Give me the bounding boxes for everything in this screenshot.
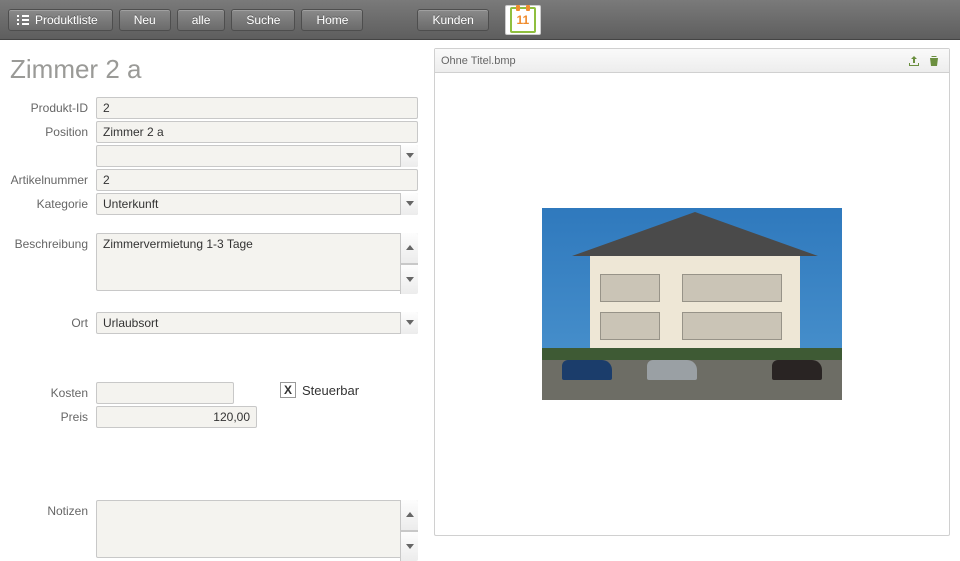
label-kosten: Kosten: [10, 382, 96, 400]
label-preis: Preis: [10, 406, 96, 424]
export-icon[interactable]: [905, 52, 923, 70]
position-extra-select[interactable]: [96, 145, 418, 167]
image-panel: Ohne Titel.bmp: [430, 40, 960, 543]
ort-select[interactable]: [96, 312, 418, 334]
alle-button[interactable]: alle: [177, 9, 226, 31]
toolbar: Produktliste Neu alle Suche Home Kunden …: [0, 0, 960, 40]
chevron-up-icon[interactable]: [400, 233, 418, 264]
steuerbar-checkbox[interactable]: X: [280, 382, 296, 398]
neu-button[interactable]: Neu: [119, 9, 171, 31]
label-produkt-id: Produkt-ID: [10, 97, 96, 115]
label-position: Position: [10, 121, 96, 139]
kategorie-select[interactable]: [96, 193, 418, 215]
calendar-logo[interactable]: 11: [505, 5, 541, 35]
chevron-down-icon[interactable]: [400, 193, 418, 215]
label-steuerbar: Steuerbar: [302, 383, 359, 398]
image-card-header: Ohne Titel.bmp: [435, 49, 949, 73]
produkt-id-field[interactable]: [96, 97, 418, 119]
label-ort: Ort: [10, 312, 96, 330]
label-beschreibung: Beschreibung: [10, 233, 96, 251]
trash-icon[interactable]: [925, 52, 943, 70]
suche-button[interactable]: Suche: [231, 9, 295, 31]
position-field[interactable]: [96, 121, 418, 143]
produktliste-button[interactable]: Produktliste: [8, 9, 113, 31]
calendar-day: 11: [516, 13, 529, 27]
chevron-up-icon[interactable]: [400, 500, 418, 531]
beschreibung-field[interactable]: [96, 233, 418, 291]
main: Zimmer 2 a Produkt-ID Position Artikelnu…: [0, 40, 960, 543]
list-icon: [17, 15, 29, 25]
image-filename: Ohne Titel.bmp: [441, 55, 903, 67]
page-title: Zimmer 2 a: [10, 54, 418, 85]
label-kategorie: Kategorie: [10, 193, 96, 211]
chevron-down-icon[interactable]: [400, 531, 418, 561]
form-panel: Zimmer 2 a Produkt-ID Position Artikelnu…: [0, 40, 430, 543]
notizen-field[interactable]: [96, 500, 418, 558]
chevron-down-icon[interactable]: [400, 312, 418, 334]
product-photo[interactable]: [542, 208, 842, 400]
kunden-button[interactable]: Kunden: [417, 9, 488, 31]
preis-field[interactable]: [96, 406, 257, 428]
artikelnummer-field[interactable]: [96, 169, 418, 191]
kosten-field[interactable]: [96, 382, 234, 404]
image-card: Ohne Titel.bmp: [434, 48, 950, 536]
produktliste-label: Produktliste: [35, 13, 98, 27]
label-notizen: Notizen: [10, 500, 96, 518]
home-button[interactable]: Home: [301, 9, 363, 31]
chevron-down-icon[interactable]: [400, 264, 418, 295]
label-artikelnummer: Artikelnummer: [10, 169, 96, 187]
chevron-down-icon[interactable]: [400, 145, 418, 167]
image-body: [435, 73, 949, 535]
